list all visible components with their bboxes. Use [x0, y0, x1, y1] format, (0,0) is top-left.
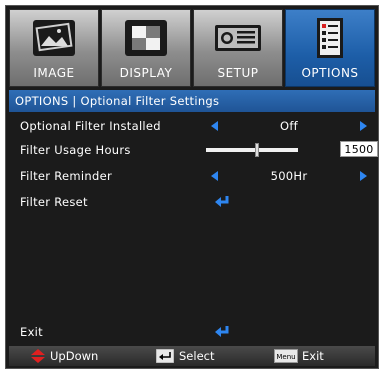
tab-image-label: IMAGE	[33, 66, 75, 80]
options-list-icon	[317, 18, 343, 58]
tab-options-label: OPTIONS	[301, 66, 359, 80]
tab-setup[interactable]: SETUP	[193, 9, 283, 87]
row-filter-reminder[interactable]: Filter Reminder 500Hr	[16, 166, 372, 186]
filter-usage-hours-label: Filter Usage Hours	[20, 143, 131, 157]
tab-image[interactable]: IMAGE	[9, 9, 99, 87]
footer-help-bar: UpDown Select Menu Exit	[9, 346, 375, 366]
filter-reminder-label: Filter Reminder	[20, 169, 112, 183]
arrow-left-icon[interactable]	[211, 171, 218, 181]
page-title: OPTIONS | Optional Filter Settings	[9, 90, 375, 112]
tab-options[interactable]: OPTIONS	[285, 9, 375, 87]
display-icon	[125, 20, 167, 56]
slider-knob[interactable]	[254, 143, 259, 157]
arrow-right-icon[interactable]	[360, 171, 367, 181]
footer-updown-label: UpDown	[50, 349, 99, 363]
menu-key-icon: Menu	[274, 349, 298, 363]
row-exit[interactable]: Exit	[16, 322, 372, 342]
footer-exit-label: Exit	[302, 349, 324, 363]
tab-display[interactable]: DISPLAY	[101, 9, 191, 87]
filter-usage-hours-value: 1500	[340, 141, 378, 157]
filter-reset-label: Filter Reset	[20, 195, 88, 209]
row-filter-usage-hours[interactable]: Filter Usage Hours 1500	[16, 140, 378, 160]
osd-menu: IMAGE DISPLAY SETUP OPTIONS OPTIONS | Op…	[5, 5, 379, 369]
filter-usage-slider[interactable]	[206, 148, 298, 152]
arrow-left-icon[interactable]	[211, 121, 218, 131]
enter-key-icon	[156, 349, 174, 363]
footer-select-label: Select	[179, 349, 215, 363]
row-optional-filter-installed[interactable]: Optional Filter Installed Off	[16, 116, 372, 136]
tab-setup-label: SETUP	[217, 66, 259, 80]
enter-icon[interactable]	[214, 195, 230, 209]
filter-reminder-value: 500Hr	[270, 169, 308, 183]
optional-filter-installed-label: Optional Filter Installed	[20, 119, 161, 133]
updown-icon	[31, 349, 45, 363]
arrow-right-icon[interactable]	[360, 121, 367, 131]
projector-icon	[215, 25, 261, 51]
enter-icon[interactable]	[214, 325, 230, 339]
exit-label: Exit	[20, 325, 43, 339]
tab-bar: IMAGE DISPLAY SETUP OPTIONS	[9, 9, 375, 87]
tab-display-label: DISPLAY	[119, 66, 173, 80]
row-filter-reset[interactable]: Filter Reset	[16, 192, 372, 212]
image-icon	[33, 20, 75, 56]
optional-filter-installed-value: Off	[279, 119, 299, 133]
